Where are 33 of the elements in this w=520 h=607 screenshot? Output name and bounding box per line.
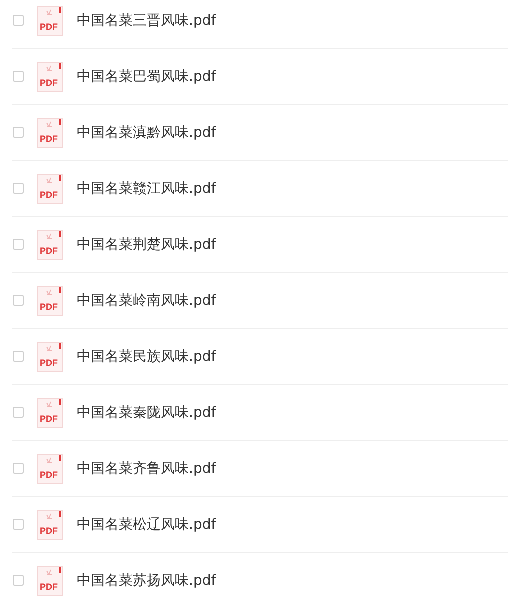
- file-name[interactable]: 中国名菜赣江风味.pdf: [77, 180, 216, 198]
- file-name[interactable]: 中国名菜秦陇风味.pdf: [77, 404, 216, 422]
- pdf-file-icon: PDF: [37, 398, 63, 428]
- pdf-file-icon: PDF: [37, 566, 63, 596]
- pdf-file-icon: PDF: [37, 62, 63, 92]
- checkbox[interactable]: [13, 351, 24, 362]
- file-name[interactable]: 中国名菜苏扬风味.pdf: [77, 572, 216, 590]
- pdf-file-icon: PDF: [37, 174, 63, 204]
- pdf-file-icon: PDF: [37, 286, 63, 316]
- file-name[interactable]: 中国名菜松辽风味.pdf: [77, 516, 216, 534]
- pdf-file-icon: PDF: [37, 342, 63, 372]
- file-name[interactable]: 中国名菜三晋风味.pdf: [77, 12, 216, 30]
- checkbox[interactable]: [13, 71, 24, 82]
- pdf-file-icon: PDF: [37, 118, 63, 148]
- checkbox[interactable]: [13, 183, 24, 194]
- file-name[interactable]: 中国名菜滇黔风味.pdf: [77, 124, 216, 142]
- pdf-file-icon: PDF: [37, 454, 63, 484]
- checkbox[interactable]: [13, 15, 24, 26]
- pdf-file-icon: PDF: [37, 6, 63, 36]
- checkbox[interactable]: [13, 295, 24, 306]
- pdf-file-icon: PDF: [37, 510, 63, 540]
- file-name[interactable]: 中国名菜荆楚风味.pdf: [77, 236, 216, 254]
- checkbox[interactable]: [13, 463, 24, 474]
- checkbox[interactable]: [13, 127, 24, 138]
- file-name[interactable]: 中国名菜巴蜀风味.pdf: [77, 68, 216, 86]
- file-name[interactable]: 中国名菜齐鲁风味.pdf: [77, 460, 216, 478]
- file-name[interactable]: 中国名菜岭南风味.pdf: [77, 292, 216, 310]
- checkbox[interactable]: [13, 407, 24, 418]
- pdf-file-icon: PDF: [37, 230, 63, 260]
- file-name[interactable]: 中国名菜民族风味.pdf: [77, 348, 216, 366]
- checkbox[interactable]: [13, 575, 24, 586]
- checkbox[interactable]: [13, 239, 24, 250]
- checkbox[interactable]: [13, 519, 24, 530]
